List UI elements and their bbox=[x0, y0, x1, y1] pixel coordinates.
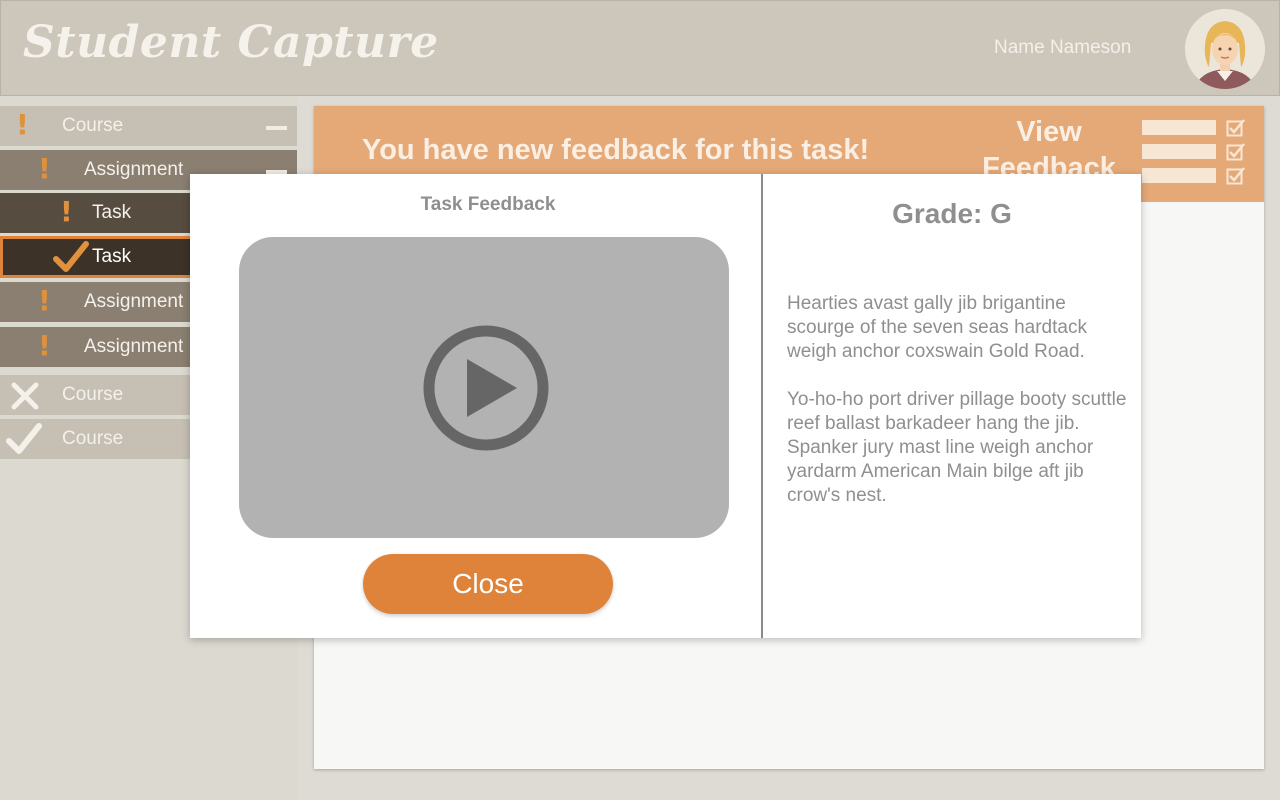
grade-label: Grade: G bbox=[892, 198, 1012, 229]
feedback-paragraph: Hearties avast gally jib brigantine scou… bbox=[787, 293, 1087, 362]
modal-title: Task Feedback bbox=[420, 194, 556, 215]
sidebar-item-label: Assignment bbox=[84, 336, 184, 357]
exclamation-icon: ! bbox=[38, 284, 51, 317]
close-button[interactable]: Close bbox=[363, 554, 613, 614]
feedback-text: Hearties avast gally jib brigantine scou… bbox=[787, 292, 1127, 532]
exclamation-icon: ! bbox=[60, 195, 73, 228]
play-icon[interactable] bbox=[421, 323, 551, 453]
sidebar-item-label: Task bbox=[92, 202, 132, 223]
collapse-icon[interactable] bbox=[266, 126, 287, 130]
checkmark-icon bbox=[53, 241, 89, 272]
app-header: Student Capture Name Nameson bbox=[0, 0, 1280, 96]
sidebar-item-label: Task bbox=[92, 246, 132, 267]
x-icon bbox=[11, 382, 39, 410]
avatar[interactable] bbox=[1185, 9, 1265, 89]
sidebar-item-label: Course bbox=[62, 384, 124, 405]
sidebar-item-label: Assignment bbox=[84, 159, 184, 180]
feedback-paragraph: Yo-ho-ho port driver pillage booty scutt… bbox=[787, 389, 1127, 506]
sidebar-course-item[interactable]: ! Course bbox=[0, 106, 297, 146]
exclamation-icon: ! bbox=[38, 329, 51, 362]
checkmark-icon bbox=[6, 423, 42, 454]
exclamation-icon: ! bbox=[16, 108, 29, 141]
sidebar-item-label: Assignment bbox=[84, 291, 184, 312]
modal-divider bbox=[761, 174, 763, 638]
user-name[interactable]: Name Nameson bbox=[994, 37, 1131, 59]
exclamation-icon: ! bbox=[38, 152, 51, 185]
task-feedback-modal: Task Feedback Close Grade: G Hearties av… bbox=[190, 174, 1141, 638]
banner-message: You have new feedback for this task! bbox=[362, 134, 870, 166]
feedback-video-player[interactable] bbox=[239, 237, 729, 538]
app-title: Student Capture bbox=[23, 17, 439, 68]
avatar-portrait-icon bbox=[1185, 9, 1265, 89]
sidebar-item-label: Course bbox=[62, 115, 124, 136]
sidebar-item-label: Course bbox=[62, 428, 124, 449]
